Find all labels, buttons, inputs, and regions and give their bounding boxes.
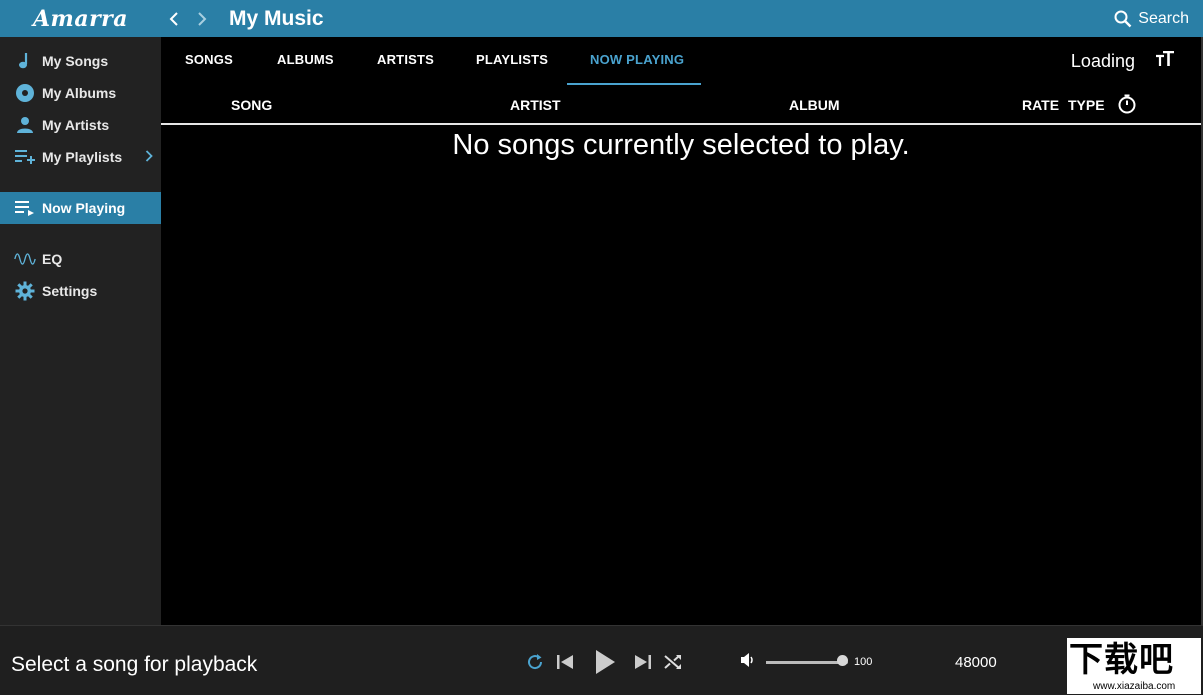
column-header-type[interactable]: TYPE (1068, 97, 1105, 113)
empty-state-message: No songs currently selected to play. (452, 129, 910, 161)
sidebar-item-label: Settings (42, 283, 98, 299)
sidebar-item-label: My Songs (42, 53, 109, 69)
shuffle-button[interactable] (662, 650, 684, 674)
sidebar-item-my-songs[interactable]: My Songs (0, 45, 161, 77)
column-header-duration[interactable] (1117, 94, 1137, 117)
app-logo: Amarra (32, 5, 129, 32)
stopwatch-icon (1118, 94, 1136, 114)
chevron-left-icon (169, 11, 178, 26)
main-content: SONGS ALBUMS ARTISTS PLAYLISTS NOW PLAYI… (161, 37, 1201, 625)
page-title: My Music (229, 6, 324, 30)
volume-slider-knob[interactable] (837, 655, 848, 666)
search-button[interactable]: Search (1114, 0, 1189, 37)
disc-icon (14, 83, 36, 103)
next-track-button[interactable] (632, 650, 654, 674)
watermark-logo-text: 下载吧 (1069, 640, 1174, 680)
skip-next-icon (635, 655, 651, 669)
back-button[interactable] (167, 9, 181, 29)
column-header-artist[interactable]: ARTIST (510, 97, 561, 113)
repeat-button[interactable] (525, 650, 545, 674)
waveform-icon (14, 249, 36, 269)
volume-button[interactable] (740, 652, 756, 673)
column-header-album[interactable]: ALBUM (789, 97, 840, 113)
sidebar-item-settings[interactable]: Settings (0, 275, 161, 307)
top-bar: Amarra My Music Search (0, 0, 1203, 37)
sidebar-item-my-playlists[interactable]: My Playlists (0, 141, 161, 173)
sidebar: My Songs My Albums My Artists My Playlis… (0, 37, 161, 625)
gear-icon (14, 281, 36, 301)
music-note-icon (14, 51, 36, 71)
text-size-button[interactable] (1155, 50, 1175, 72)
previous-track-button[interactable] (554, 650, 576, 674)
search-label: Search (1138, 9, 1189, 27)
volume-slider-fill (766, 661, 842, 664)
play-icon (596, 650, 615, 674)
player-bar: Select a song for playback 100 48000 下载吧… (0, 625, 1203, 695)
sidebar-item-label: EQ (42, 251, 63, 267)
tab-bar: SONGS ALBUMS ARTISTS PLAYLISTS NOW PLAYI… (161, 37, 1201, 85)
skip-previous-icon (557, 655, 573, 669)
nav-arrows (167, 9, 209, 29)
tab-artists[interactable]: ARTISTS (377, 52, 434, 67)
header-divider (161, 123, 1201, 125)
person-icon (14, 115, 36, 135)
watermark-url: www.xiazaiba.com (1093, 681, 1176, 692)
sidebar-item-my-albums[interactable]: My Albums (0, 77, 161, 109)
tab-playlists[interactable]: PLAYLISTS (476, 52, 548, 67)
tab-songs[interactable]: SONGS (185, 52, 233, 67)
sidebar-item-label: My Artists (42, 117, 110, 133)
shuffle-icon (664, 655, 681, 669)
text-size-icon (1156, 50, 1174, 66)
queue-icon (14, 198, 36, 218)
sidebar-item-my-artists[interactable]: My Artists (0, 109, 161, 141)
active-tab-underline (567, 83, 701, 85)
chevron-right-icon (145, 149, 153, 165)
volume-value: 100 (854, 656, 873, 668)
volume-slider-track[interactable] (766, 661, 848, 664)
play-button[interactable] (592, 648, 618, 676)
speaker-icon (741, 653, 753, 667)
column-header-song[interactable]: SONG (231, 97, 272, 113)
sidebar-item-label: My Albums (42, 85, 117, 101)
watermark: 下载吧 www.xiazaiba.com (1067, 638, 1201, 694)
playlist-add-icon (14, 147, 36, 167)
forward-button[interactable] (195, 9, 209, 29)
repeat-icon (528, 654, 543, 670)
column-header-rate[interactable]: RATE (1022, 97, 1059, 113)
sidebar-item-now-playing[interactable]: Now Playing (0, 192, 161, 224)
tab-albums[interactable]: ALBUMS (277, 52, 334, 67)
sidebar-item-label: Now Playing (42, 200, 126, 216)
loading-status: Loading (1070, 51, 1135, 71)
chevron-right-icon (198, 11, 207, 26)
sidebar-item-label: My Playlists (42, 149, 123, 165)
tab-now-playing[interactable]: NOW PLAYING (590, 52, 684, 67)
now-playing-text: Select a song for playback (11, 653, 258, 676)
sample-rate: 48000 (955, 654, 997, 671)
sidebar-item-eq[interactable]: EQ (0, 243, 161, 275)
search-icon (1114, 10, 1132, 27)
